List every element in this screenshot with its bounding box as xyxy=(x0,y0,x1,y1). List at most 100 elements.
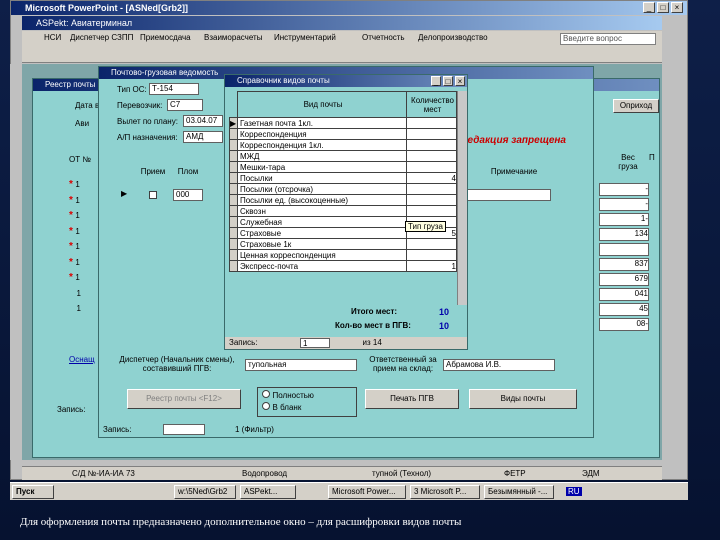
table-row[interactable]: МЖД xyxy=(229,150,457,162)
menu-otchetnost[interactable]: Отчетность xyxy=(362,33,405,42)
reestr-post-button[interactable]: Реестр почты <F12> xyxy=(127,389,241,409)
type-name: Посылки ед. (высокоценные) xyxy=(236,194,408,206)
start-button[interactable]: Пуск xyxy=(12,485,54,499)
reestr-record-label: Запись: xyxy=(57,405,86,414)
status-item: ФЕТР xyxy=(504,469,526,478)
type-name: Газетная почта 1кл. xyxy=(236,117,408,129)
total-pgv-value: 10 xyxy=(439,321,450,331)
row-num: 1 xyxy=(75,257,80,267)
table-row[interactable]: Посылки (отсрочка) xyxy=(229,183,457,195)
menu-nsi[interactable]: НСИ xyxy=(44,33,61,42)
ref-close-icon[interactable]: × xyxy=(455,76,465,86)
primechanie-field[interactable] xyxy=(465,189,551,201)
reestr-bottom-link[interactable]: Оснащ xyxy=(69,355,95,364)
plomb-field[interactable]: 000 xyxy=(173,189,203,201)
help-search-input[interactable]: Введите вопрос xyxy=(560,33,656,45)
dispatcher-select[interactable]: тупольная xyxy=(245,359,357,371)
value-cell: 08- xyxy=(599,318,649,331)
value-cell: 134 xyxy=(599,228,649,241)
maximize-icon[interactable]: □ xyxy=(657,2,669,13)
mail-types-button[interactable]: Виды почты xyxy=(469,389,577,409)
type-count[interactable] xyxy=(406,150,457,162)
type-count[interactable] xyxy=(406,183,457,195)
type-count[interactable] xyxy=(406,205,457,217)
print-pgv-button[interactable]: Печать ПГВ xyxy=(365,389,459,409)
menu-instrumentarii[interactable]: Инструментарий xyxy=(274,33,336,42)
type-count[interactable] xyxy=(406,238,457,250)
ref-scrollbar[interactable] xyxy=(457,91,467,305)
total-places-value: 10 xyxy=(439,307,450,317)
type-name: Посылки (отсрочка) xyxy=(236,183,408,195)
type-name: Корреспонденция xyxy=(236,128,408,140)
table-row[interactable]: ▶ Газетная почта 1кл. xyxy=(229,117,457,129)
mail-types-table: Вид почты Количество мест ▶ Газетная почт… xyxy=(229,91,457,272)
edit-forbidden-warning: Редакция запрещена xyxy=(461,135,566,146)
value-cell: 1- xyxy=(599,213,649,226)
priem-checkbox[interactable] xyxy=(149,191,157,199)
close-icon[interactable]: × xyxy=(671,2,683,13)
sender-field[interactable]: С7 xyxy=(167,99,203,111)
oprihod-button[interactable]: Оприход xyxy=(613,99,659,113)
value-cell: 45 xyxy=(599,303,649,316)
row-num: 1 xyxy=(76,288,81,298)
table-row[interactable]: Страховые 1к xyxy=(229,238,457,250)
post-record-label: Запись: xyxy=(103,425,132,434)
minimize-icon[interactable]: _ xyxy=(643,2,655,13)
ref-record-of: из 14 xyxy=(362,338,382,347)
ref-record-field[interactable]: 1 xyxy=(300,337,330,348)
type-count[interactable]: 1 xyxy=(406,260,457,272)
red-star: * xyxy=(69,241,73,252)
table-row[interactable]: Мешки-тара xyxy=(229,161,457,173)
menu-priemosdacha[interactable]: Приемосдача xyxy=(140,33,191,42)
post-record-field[interactable] xyxy=(163,424,205,435)
task-button[interactable]: Безымянный -... xyxy=(484,485,554,499)
ves-gruza-header: Вес груза xyxy=(618,153,638,171)
value-cell: - xyxy=(599,198,649,211)
type-name: Посылки xyxy=(236,172,408,184)
value-cell: 041 xyxy=(599,288,649,301)
type-count[interactable]: 4 xyxy=(406,172,457,184)
responsible-label: Ответственный за прием на склад: xyxy=(369,355,437,373)
ref-minimize-icon[interactable]: _ xyxy=(431,76,441,86)
table-row[interactable]: Ценная корреспонденция xyxy=(229,249,457,261)
radio-full-label: Полностью xyxy=(272,391,314,400)
menu-bar: НСИ Диспетчер СЗПП Приемосдача Взаиморас… xyxy=(22,31,662,47)
menu-vzaimorascheti[interactable]: Взаиморасчеты xyxy=(204,33,262,42)
col-name-header: Вид почты xyxy=(236,91,408,118)
menu-dispatcher[interactable]: Диспетчер СЗПП xyxy=(70,33,133,42)
responsible-select[interactable]: Абрамова И.В. xyxy=(443,359,555,371)
sender-label: Перевозчик: xyxy=(117,101,163,110)
menu-deloproizvodstvo[interactable]: Делопроизводство xyxy=(418,33,488,42)
type-count[interactable] xyxy=(406,161,457,173)
ref-maximize-icon[interactable]: □ xyxy=(443,76,453,86)
type-count[interactable] xyxy=(406,139,457,151)
red-star: * xyxy=(69,272,73,283)
red-star: * xyxy=(69,210,73,221)
task-button[interactable]: Microsoft Power... xyxy=(328,485,406,499)
task-button[interactable]: 3 Microsoft P... xyxy=(410,485,480,499)
flight-field[interactable]: 03.04.07 xyxy=(183,115,223,127)
mail-types-window: Справочник видов почты _ □ × Вид почты К… xyxy=(224,74,468,350)
task-button[interactable]: w:\5Ned\Grb2 xyxy=(174,485,236,499)
type-count[interactable] xyxy=(406,128,457,140)
type-count[interactable] xyxy=(406,194,457,206)
dest-field[interactable]: АМД xyxy=(183,131,223,143)
radio-blank[interactable] xyxy=(262,402,270,410)
powerpoint-title: Microsoft PowerPoint - [ASNed[Grb2]] xyxy=(11,1,687,15)
right-values-column: - - 1- 134 837 679 041 45 08- xyxy=(599,183,649,333)
status-item: ЭДМ xyxy=(582,469,600,478)
table-row[interactable]: Посылки ед. (высокоценные) xyxy=(229,194,457,206)
table-row[interactable]: Посылки 4 xyxy=(229,172,457,184)
type-field[interactable]: Т-154 xyxy=(149,83,199,95)
type-count[interactable] xyxy=(406,249,457,261)
table-row[interactable]: Сквозн xyxy=(229,205,457,217)
radio-full[interactable] xyxy=(262,390,270,398)
language-indicator[interactable]: RU xyxy=(566,487,582,496)
task-button[interactable]: ASPekt... xyxy=(240,485,296,499)
table-row[interactable]: Корреспонденция 1кл. xyxy=(229,139,457,151)
table-row[interactable]: Корреспонденция xyxy=(229,128,457,140)
table-row[interactable]: Экспресс-почта 1 xyxy=(229,260,457,272)
type-count[interactable] xyxy=(406,117,457,129)
radio-blank-label: В бланк xyxy=(272,403,302,412)
type-name: Мешки-тара xyxy=(236,161,408,173)
